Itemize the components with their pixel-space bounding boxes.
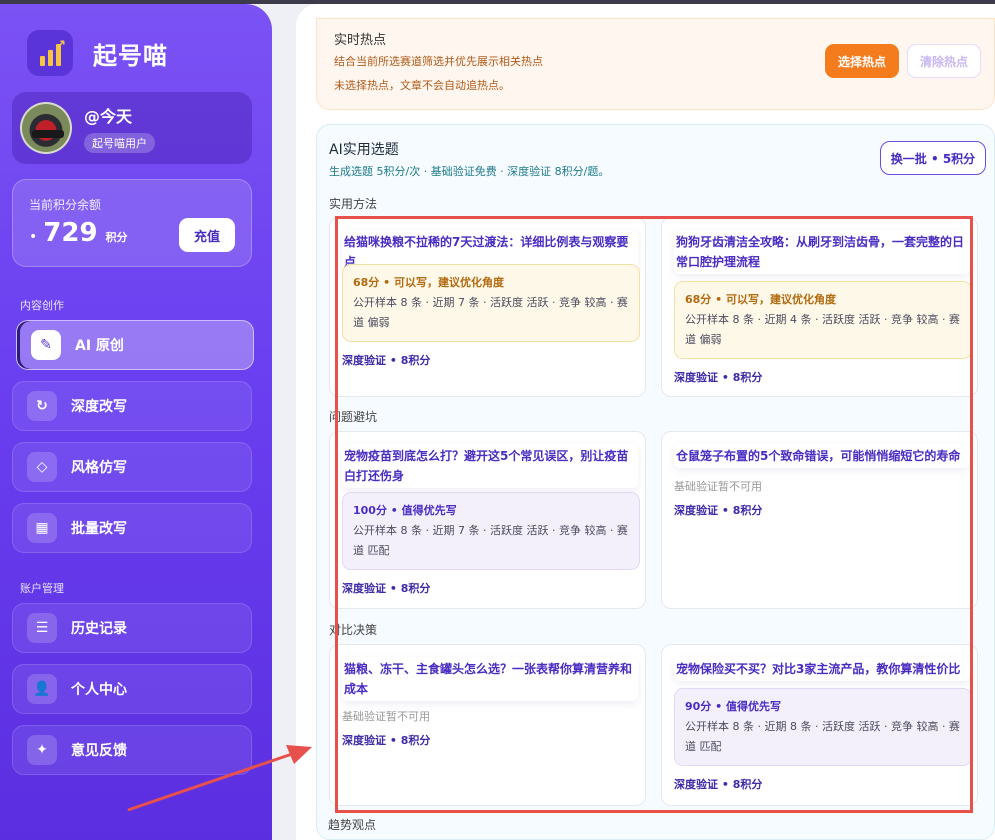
annotation-arrow-icon — [127, 745, 312, 812]
